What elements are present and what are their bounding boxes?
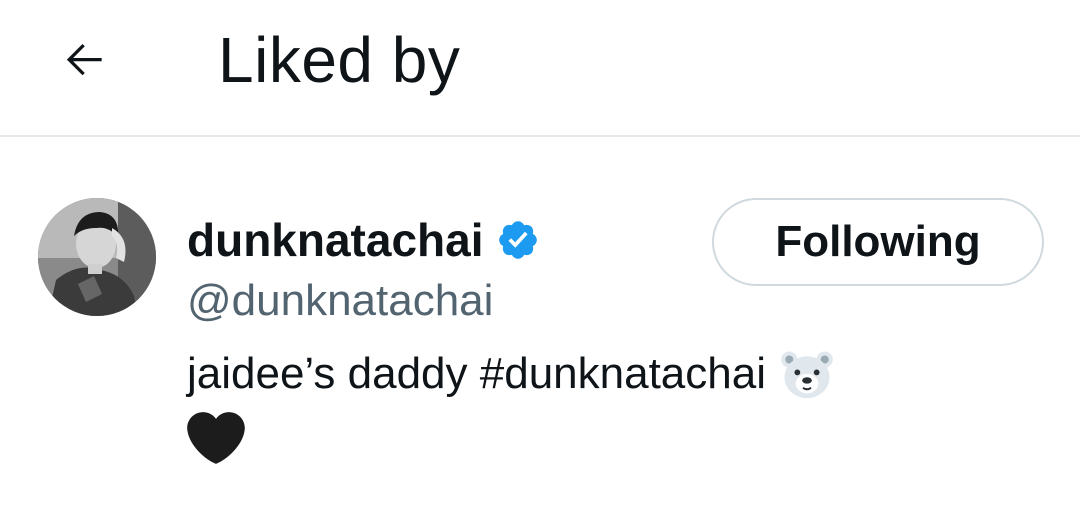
user-bio: jaidee’s daddy #dunknatachai <box>187 342 1047 470</box>
arrow-left-icon <box>66 44 102 76</box>
user-cell[interactable]: dunknatachai @dunknatachai Following jai… <box>0 137 1080 506</box>
display-name-row: dunknatachai <box>187 212 540 268</box>
verified-badge-icon <box>496 218 540 262</box>
black-heart-emoji <box>187 409 245 467</box>
back-button[interactable] <box>52 26 118 92</box>
avatar[interactable] <box>38 198 156 316</box>
top-app-bar: Liked by <box>0 0 1080 137</box>
polar-bear-face-emoji <box>778 345 836 403</box>
bio-text: jaidee’s daddy #dunknatachai <box>187 349 766 398</box>
profile-photo <box>38 198 156 316</box>
following-button[interactable]: Following <box>712 198 1044 286</box>
user-handle[interactable]: @dunknatachai <box>187 274 493 328</box>
page-title: Liked by <box>218 24 461 96</box>
display-name[interactable]: dunknatachai <box>187 212 484 268</box>
